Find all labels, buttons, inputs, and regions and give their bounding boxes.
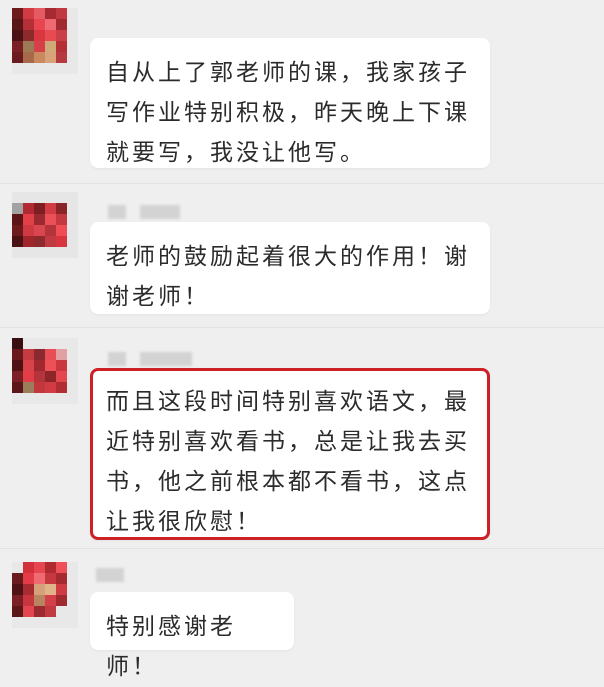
message-bubble-highlighted[interactable]: 而且这段时间特别喜欢语文，最近特别喜欢看书，总是让我去买书，他之前根本都不看书，… xyxy=(90,368,490,540)
message-divider xyxy=(0,327,604,328)
sender-name-blurred xyxy=(108,205,126,219)
avatar[interactable] xyxy=(12,192,78,258)
sender-name-blurred xyxy=(140,352,192,366)
avatar[interactable] xyxy=(12,562,78,628)
avatar[interactable] xyxy=(12,8,78,74)
message-bubble[interactable]: 老师的鼓励起着很大的作用！谢谢老师！ xyxy=(90,222,490,314)
sender-name-blurred xyxy=(96,568,124,582)
message-divider xyxy=(0,183,604,184)
sender-name-blurred xyxy=(140,205,180,219)
message-bubble[interactable]: 特别感谢老师！ xyxy=(90,592,294,680)
sender-name-blurred xyxy=(108,352,126,366)
avatar[interactable] xyxy=(12,338,78,404)
message-divider xyxy=(0,548,604,549)
message-bubble[interactable]: 自从上了郭老师的课，我家孩子写作业特别积极，昨天晚上下课就要写，我没让他写。 xyxy=(90,38,490,168)
